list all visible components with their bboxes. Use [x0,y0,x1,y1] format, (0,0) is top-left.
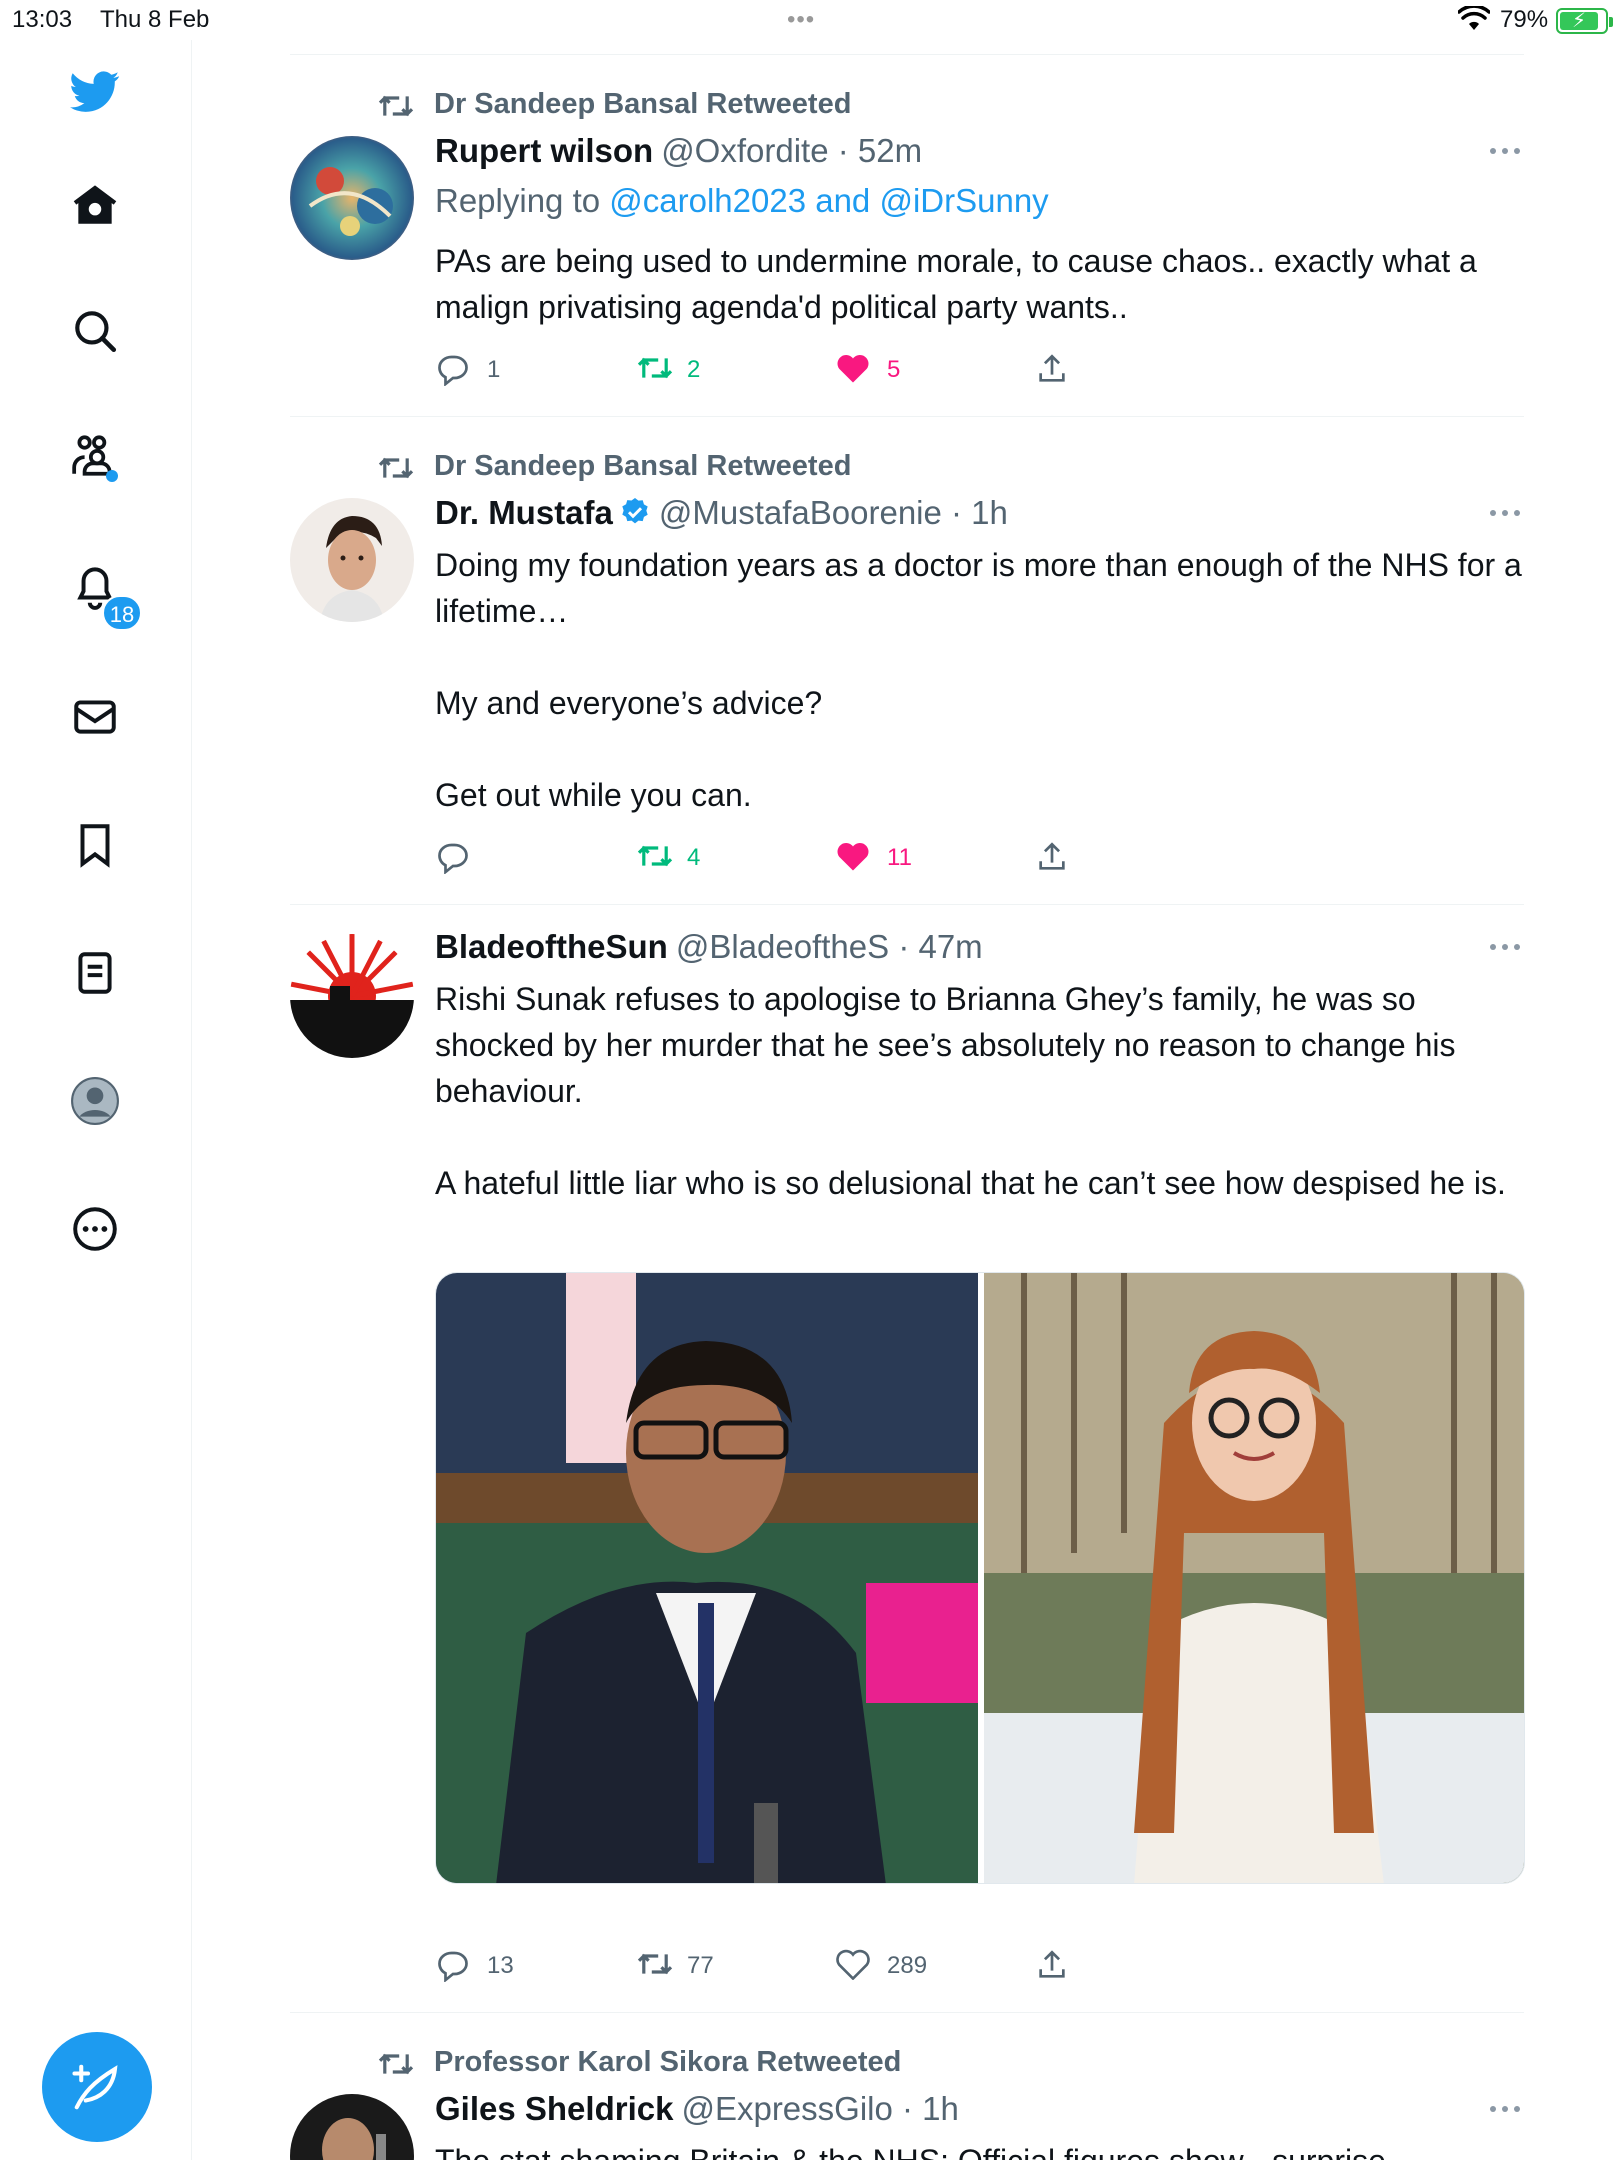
handle-and-time[interactable]: @MustafaBoorenie · 1h [659,494,1008,531]
more-options-icon[interactable] [1490,146,1524,156]
retweet-small-icon [378,457,414,479]
search-icon[interactable] [70,306,120,356]
retweet-small-icon [378,2053,414,2075]
reply-icon [438,843,468,874]
sidebar: 18 [0,40,192,2160]
bookmarks-icon[interactable] [70,820,120,870]
retweeted-by-label: Dr Sandeep Bansal Retweeted [434,450,852,482]
display-name[interactable]: Dr. Mustafa [435,494,613,531]
more-circle-icon[interactable] [70,1204,120,1254]
heart-outline-icon [836,1949,870,1980]
avatar[interactable] [290,934,414,1058]
battery-charging-icon: ⚡ [1556,8,1613,34]
tweet-photo-left[interactable] [436,1273,978,1883]
retweet-small-icon [378,95,414,117]
display-name[interactable]: BladeoftheSun [435,928,668,965]
retweeted-by-label: Dr Sandeep Bansal Retweeted [434,88,852,120]
tweet-divider [290,416,1524,417]
retweet-icon [637,845,673,867]
profile-icon[interactable] [70,1076,120,1126]
avatar[interactable] [290,498,414,622]
tweet-actions: 1 2 5 [435,348,1135,388]
wifi-icon [1457,4,1491,37]
avatar[interactable] [290,2094,414,2160]
retweet-count: 4 [687,844,701,871]
tweet-actions: 4 11 [435,836,1135,876]
retweet-icon [637,357,673,379]
more-options-icon[interactable] [1490,2104,1524,2114]
battery-percent: 79% [1500,6,1549,33]
avatar[interactable] [290,136,414,260]
timeline-feed: Dr Sandeep Bansal Retweeted Rupert wilso… [290,40,1525,2160]
tweet-header: Giles Sheldrick @ExpressGilo · 1h [435,2090,959,2128]
retweet-count: 77 [687,1952,714,1979]
reply-count: 1 [487,356,501,383]
handle-and-time[interactable]: @Oxfordite · 52m [661,132,922,169]
share-icon [1039,842,1065,870]
messages-icon[interactable] [70,692,120,742]
share-icon [1039,354,1065,382]
feed-top-divider [290,54,1524,55]
tweet-header: BladeoftheSun @BladeoftheS · 47m [435,928,983,966]
handle-and-time[interactable]: @ExpressGilo · 1h [681,2090,958,2127]
tweet-text: PAs are being used to undermine morale, … [435,243,1486,325]
more-options-icon[interactable] [1490,508,1524,518]
replying-to-link[interactable]: @carolh2023 and @iDrSunny [609,182,1048,219]
status-time: 13:03 [12,6,73,33]
lists-icon[interactable] [70,948,120,998]
replying-to: Replying to @carolh2023 and @iDrSunny [435,182,1049,219]
communities-dot-indicator [106,470,118,482]
reply-count: 13 [487,1952,514,1979]
like-count: 11 [887,844,912,871]
heart-filled-icon [837,843,869,871]
retweet-icon [637,1953,673,1975]
compose-tweet-button[interactable] [42,2032,152,2142]
like-count: 289 [887,1952,928,1979]
tweet-divider [290,904,1524,905]
compose-feather-icon [72,2064,118,2110]
handle-and-time[interactable]: @BladeoftheS · 47m [676,928,983,965]
multitasking-dots-icon[interactable]: ••• [787,6,815,34]
reply-icon [438,1951,468,1982]
status-bar: 13:03 Thu 8 Feb ••• 79% ⚡ [0,0,1620,40]
home-icon[interactable] [70,180,120,230]
retweeted-by-label: Professor Karol Sikora Retweeted [434,2046,902,2078]
tweet-media-grid[interactable] [435,1272,1525,1884]
notifications-badge: 18 [102,595,142,631]
heart-filled-icon [837,355,869,383]
verified-badge-icon [619,496,651,536]
more-options-icon[interactable] [1490,942,1524,952]
tweet-header: Dr. Mustafa @MustafaBoorenie · 1h [435,494,1008,536]
tweet-text: The stat shaming Britain & the NHS: Offi… [435,2138,1525,2160]
tweet-actions: 13 77 289 [435,1944,1135,1984]
tweet-divider [290,2012,1524,2013]
reply-icon [438,355,468,386]
share-icon [1039,1950,1065,1978]
display-name[interactable]: Rupert wilson [435,132,653,169]
tweet-text: Rishi Sunak refuses to apologise to Bria… [435,981,1506,1201]
tweet-text: Doing my foundation years as a doctor is… [435,547,1522,813]
twitter-bird-icon[interactable] [70,66,120,116]
like-count: 5 [887,356,901,383]
status-date: Thu 8 Feb [100,6,210,33]
retweet-count: 2 [687,356,701,383]
tweet-header: Rupert wilson @Oxfordite · 52m [435,132,922,170]
tweet-photo-right[interactable] [984,1273,1524,1883]
display-name[interactable]: Giles Sheldrick [435,2090,673,2127]
